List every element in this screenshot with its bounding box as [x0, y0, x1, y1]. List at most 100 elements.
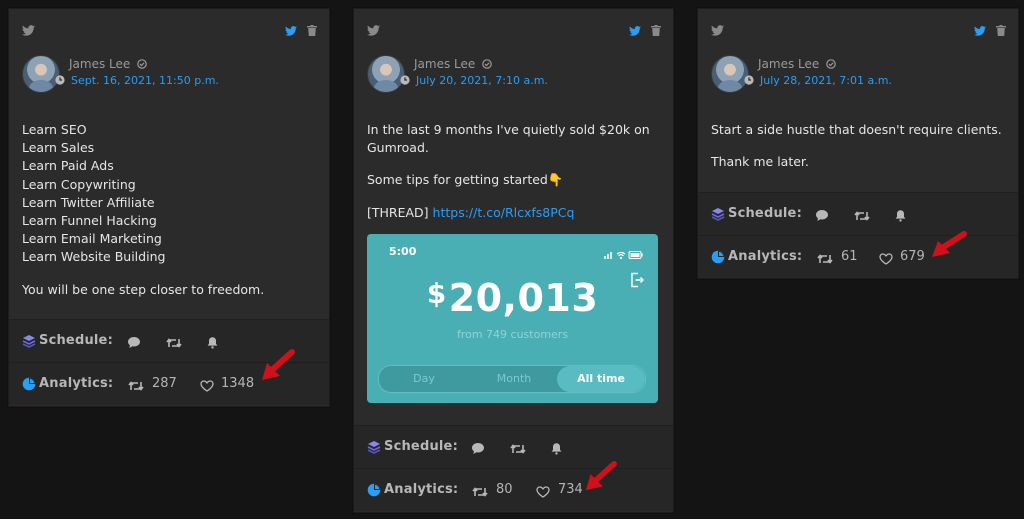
verified-icon	[137, 58, 147, 72]
post-date[interactable]: July 20, 2021, 7:10 a.m.	[414, 74, 548, 87]
retweet-icon[interactable]	[166, 334, 182, 353]
trash-icon[interactable]	[996, 21, 1006, 40]
heart-icon	[536, 483, 550, 502]
revenue-value: 20,013	[448, 276, 599, 320]
tweet-paragraph: Start a side hustle that doesn't require…	[711, 122, 1002, 137]
tweet-image[interactable]: 5:00 $20,013 from 749 customers Day Mont…	[367, 234, 658, 403]
tweet-line: Learn Copywriting	[22, 176, 136, 192]
layers-icon	[711, 206, 725, 225]
retweet-count: 61	[841, 249, 858, 264]
tweet-line: Learn Website Building	[22, 249, 166, 265]
red-arrow-icon	[583, 461, 617, 497]
twitter-bird-icon	[711, 21, 724, 40]
analytics-row: Analytics: 61 679	[698, 235, 1018, 278]
currency-symbol: $	[426, 277, 447, 310]
revenue-amount: $20,013	[367, 276, 658, 320]
heart-icon	[879, 250, 893, 269]
tweet-line: Learn Funnel Hacking	[22, 213, 157, 229]
tweet-text: Learn SEO Learn Sales Learn Paid Ads Lea…	[22, 121, 317, 299]
retweet-icon	[128, 377, 144, 396]
thread-prefix: [THREAD]	[367, 204, 433, 220]
twitter-bird-icon	[22, 21, 35, 40]
schedule-row: Schedule:	[354, 425, 673, 468]
tweet-card: James Lee July 28, 2021, 7:01 a.m. Start…	[697, 8, 1019, 279]
layers-icon	[367, 439, 381, 458]
tweet-author: James Lee Sept. 16, 2021, 11:50 p.m.	[22, 55, 302, 93]
twitter-link-icon[interactable]	[974, 21, 986, 40]
tweet-line: Learn Email Marketing	[22, 231, 162, 247]
retweet-icon	[817, 250, 833, 269]
tab-month: Month	[496, 372, 532, 385]
twitter-link-icon[interactable]	[629, 21, 641, 40]
tweet-paragraph: In the last 9 months I've quietly sold $…	[367, 122, 650, 156]
bell-icon[interactable]	[894, 207, 907, 226]
retweet-icon	[472, 483, 488, 502]
tweet-author: James Lee July 20, 2021, 7:10 a.m.	[367, 55, 647, 93]
heart-icon	[200, 377, 214, 396]
card-toolbar	[22, 21, 319, 36]
reply-icon[interactable]	[471, 440, 485, 459]
trash-icon[interactable]	[307, 21, 317, 40]
verified-icon	[826, 58, 836, 72]
layers-icon	[22, 333, 36, 352]
tweet-card: James Lee Sept. 16, 2021, 11:50 p.m. Lea…	[8, 8, 330, 407]
tweet-line: Learn SEO	[22, 122, 87, 137]
period-segmented-control: Day Month All time	[378, 365, 646, 393]
tweet-author: James Lee July 28, 2021, 7:01 a.m.	[711, 55, 991, 93]
author-name[interactable]: James Lee	[414, 57, 475, 71]
tweet-line: Learn Twitter Affiliate	[22, 194, 155, 210]
twitter-bird-icon	[367, 21, 380, 40]
schedule-label: Schedule:	[728, 206, 802, 221]
bell-icon[interactable]	[206, 334, 219, 353]
clock-icon	[400, 75, 410, 88]
phone-status-icons	[604, 245, 644, 264]
analytics-label: Analytics:	[384, 482, 459, 497]
pie-chart-icon	[367, 482, 381, 501]
clock-icon	[55, 75, 65, 88]
customers-subtitle: from 749 customers	[456, 328, 569, 341]
analytics-row: Analytics: 80 734	[354, 468, 673, 511]
analytics-label: Analytics:	[728, 249, 803, 264]
post-date[interactable]: Sept. 16, 2021, 11:50 p.m.	[69, 74, 219, 87]
retweet-icon[interactable]	[854, 207, 870, 226]
trash-icon[interactable]	[651, 21, 661, 40]
tweet-line: Learn Paid Ads	[22, 158, 114, 174]
thread-link[interactable]: https://t.co/Rlcxfs8PCq	[433, 205, 575, 220]
pie-chart-icon	[22, 376, 36, 395]
retweet-count: 287	[152, 376, 177, 391]
card-toolbar	[711, 21, 1008, 36]
red-arrow-icon	[929, 231, 967, 265]
tab-all-time: All time	[557, 366, 645, 392]
like-count: 679	[900, 249, 925, 264]
tab-day: Day	[413, 372, 435, 385]
reply-icon[interactable]	[127, 334, 141, 353]
like-count: 1348	[221, 376, 255, 391]
tweet-line: Learn Sales	[22, 140, 95, 156]
analytics-label: Analytics:	[39, 376, 114, 391]
tweet-line: You will be one step closer to freedom.	[22, 281, 265, 297]
tweet-text: In the last 9 months I've quietly sold $…	[367, 121, 653, 222]
tweet-paragraph: [THREAD] https://t.co/Rlcxfs8PCq	[367, 204, 653, 222]
bell-icon[interactable]	[550, 440, 563, 459]
pie-chart-icon	[711, 249, 725, 268]
card-toolbar	[367, 21, 663, 36]
verified-icon	[482, 58, 492, 72]
red-arrow-icon	[259, 349, 295, 387]
post-date[interactable]: July 28, 2021, 7:01 a.m.	[758, 74, 892, 87]
clock-icon	[744, 75, 754, 88]
retweet-icon[interactable]	[510, 440, 526, 459]
schedule-row: Schedule:	[698, 192, 1018, 235]
author-name[interactable]: James Lee	[758, 57, 819, 71]
like-count: 734	[558, 482, 583, 497]
tweet-text: Start a side hustle that doesn't require…	[711, 121, 1006, 171]
twitter-link-icon[interactable]	[285, 21, 297, 40]
schedule-label: Schedule:	[39, 333, 113, 348]
tweet-paragraph: Some tips for getting started👇	[367, 172, 564, 188]
tweet-card: James Lee July 20, 2021, 7:10 a.m. In th…	[353, 8, 674, 513]
reply-icon[interactable]	[815, 207, 829, 226]
phone-time: 5:00	[389, 245, 417, 258]
schedule-label: Schedule:	[384, 439, 458, 454]
author-name[interactable]: James Lee	[69, 57, 130, 71]
retweet-count: 80	[496, 482, 513, 497]
tweet-paragraph: Thank me later.	[711, 154, 809, 170]
